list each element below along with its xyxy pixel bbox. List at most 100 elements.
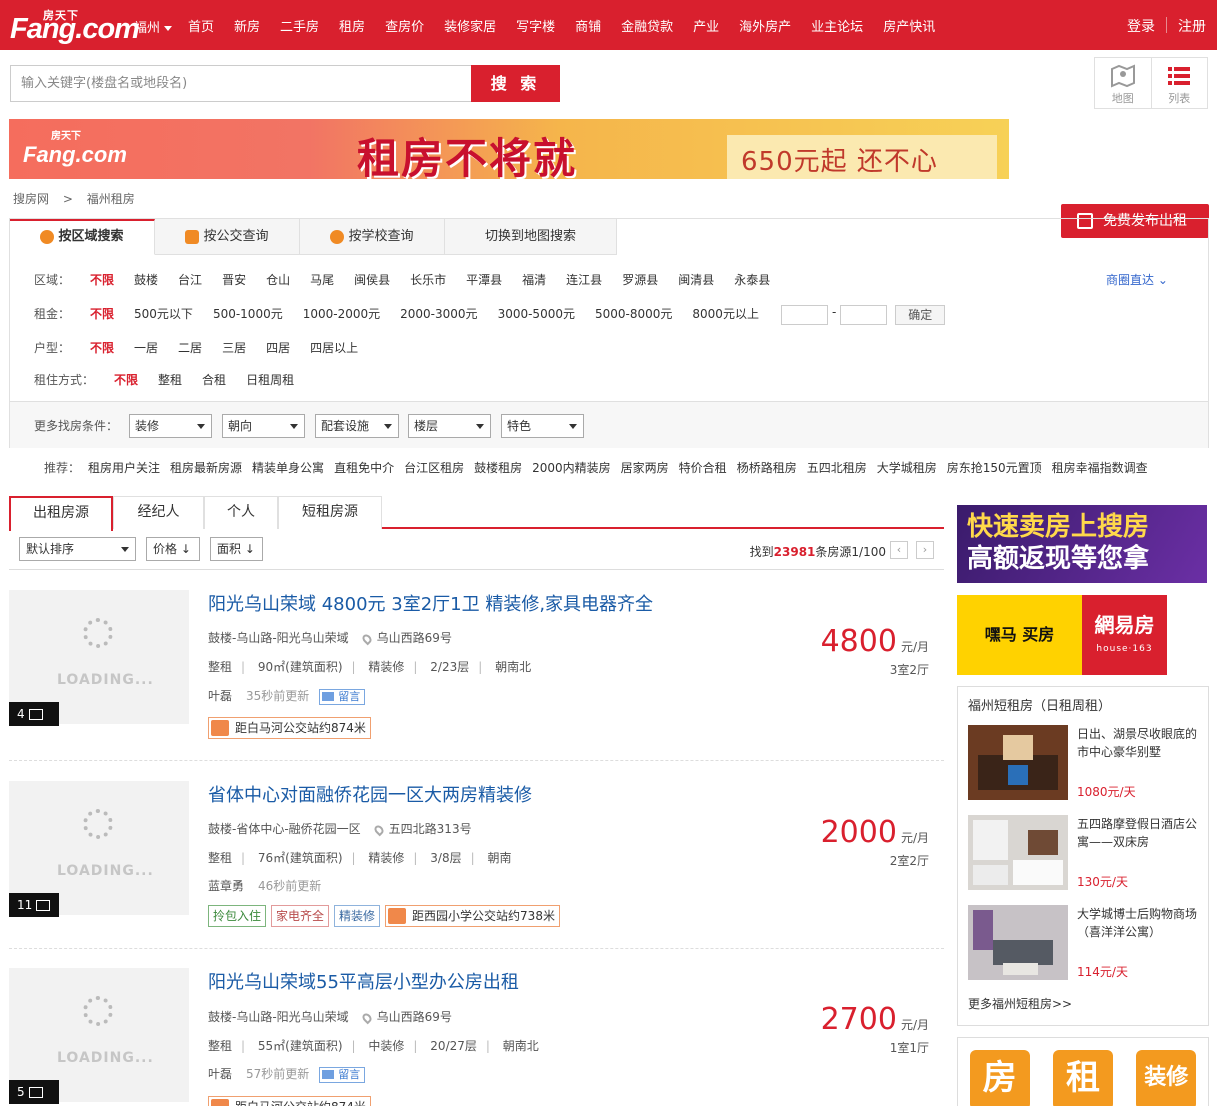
recommend-link[interactable]: 直租免中介 [334, 459, 394, 476]
filter-option[interactable]: 日租周租 [246, 371, 294, 388]
confirm-rent-button[interactable]: 确定 [895, 305, 946, 325]
agent-name[interactable]: 叶磊 [208, 689, 232, 703]
nav-item[interactable]: 新房 [234, 16, 260, 35]
short-term-item[interactable]: 大学城博士后购物商场（喜洋洋公寓） 114元/天 [968, 905, 1203, 981]
nav-item[interactable]: 首页 [188, 16, 214, 35]
orientation-dropdown[interactable]: 朝向 [222, 414, 305, 438]
filter-option[interactable]: 四居以上 [310, 339, 358, 356]
message-button[interactable]: 留言 [319, 1067, 366, 1083]
filter-option[interactable]: 四居 [266, 339, 290, 356]
filter-option[interactable]: 平潭县 [466, 271, 502, 288]
search-input[interactable]: 输入关键字(楼盘名或地段名) [10, 65, 471, 102]
nav-item[interactable]: 业主论坛 [811, 16, 863, 35]
recommend-link[interactable]: 租房幸福指数调查 [1052, 459, 1148, 476]
nav-item[interactable]: 租房 [339, 16, 365, 35]
business-district-link[interactable]: 商圈直达 ⌄ [1106, 271, 1168, 288]
location-link[interactable]: 鼓楼-乌山路-阳光乌山荣域 [208, 1010, 349, 1024]
sell-house-ad[interactable]: 快速卖房上搜房 高额返现等您拿 [957, 505, 1207, 583]
site-logo[interactable]: 房天下 Fang.com [10, 7, 140, 45]
location-link[interactable]: 鼓楼-乌山路-阳光乌山荣域 [208, 631, 349, 645]
filter-option[interactable]: 不限 [90, 339, 114, 356]
filter-option[interactable]: 2000-3000元 [400, 305, 477, 325]
filter-option[interactable]: 整租 [158, 371, 182, 388]
short-term-item[interactable]: 日出、湖景尽收眼底的市中心豪华别墅 1080元/天 [968, 725, 1203, 801]
location-link[interactable]: 鼓楼-省体中心-融侨花园一区 [208, 822, 361, 836]
nav-item[interactable]: 海外房产 [739, 16, 791, 35]
recommend-link[interactable]: 2000内精装房 [532, 459, 611, 476]
agent-name[interactable]: 蓝章勇 [208, 879, 244, 893]
login-link[interactable]: 登录 [1116, 16, 1166, 36]
tab-agents[interactable]: 经纪人 [113, 496, 204, 529]
listing-title[interactable]: 阳光乌山荣域 4800元 3室2厅1卫 精装修,家具电器齐全 [208, 590, 653, 616]
nav-item[interactable]: 产业 [693, 16, 719, 35]
tab-map-search[interactable]: 切换到地图搜索 [445, 219, 617, 255]
nav-item[interactable]: 房产快讯 [883, 16, 935, 35]
breadcrumb-current[interactable]: 福州租房 [87, 192, 135, 206]
filter-option[interactable]: 3000-5000元 [498, 305, 575, 325]
recommend-link[interactable]: 租房用户关注 [88, 459, 160, 476]
recommend-link[interactable]: 五四北租房 [807, 459, 867, 476]
facilities-dropdown[interactable]: 配套设施 [315, 414, 399, 438]
short-term-title[interactable]: 福州短租房（日租周租） [958, 687, 1208, 722]
nav-item[interactable]: 装修家居 [444, 16, 496, 35]
tab-bus-search[interactable]: 按公交查询 [155, 219, 300, 255]
promo-banner[interactable]: 房天下 Fang.com 租房不将就 650元起 还不心动？ [9, 119, 1009, 179]
filter-option[interactable]: 连江县 [566, 271, 602, 288]
tab-individual[interactable]: 个人 [204, 496, 278, 529]
min-rent-input[interactable] [780, 305, 828, 325]
breadcrumb-home[interactable]: 搜房网 [13, 192, 49, 206]
recommend-link[interactable]: 鼓楼租房 [474, 459, 522, 476]
recommend-link[interactable]: 租房最新房源 [170, 459, 242, 476]
nav-item[interactable]: 二手房 [280, 16, 319, 35]
filter-option[interactable]: 500-1000元 [213, 305, 283, 325]
listing-title[interactable]: 阳光乌山荣域55平高层小型办公房出租 [208, 968, 519, 994]
filter-option[interactable]: 合租 [202, 371, 226, 388]
filter-option[interactable]: 一居 [134, 339, 158, 356]
register-link[interactable]: 注册 [1167, 16, 1217, 36]
filter-option[interactable]: 不限 [90, 271, 114, 288]
listing-photo[interactable]: LOADING... 11 [9, 781, 189, 917]
nav-item[interactable]: 写字楼 [516, 16, 555, 35]
listing-photo[interactable]: LOADING... 4 [9, 590, 189, 726]
feature-dropdown[interactable]: 特色 [501, 414, 584, 438]
nav-item[interactable]: 商铺 [575, 16, 601, 35]
recommend-link[interactable]: 居家两房 [621, 459, 669, 476]
filter-option[interactable]: 闽清县 [678, 271, 714, 288]
recommend-link[interactable]: 台江区租房 [404, 459, 464, 476]
sort-dropdown[interactable]: 默认排序 [19, 537, 136, 561]
app-promo-ad[interactable]: 房 租 装修 [957, 1037, 1209, 1106]
tab-school-search[interactable]: 按学校查询 [300, 219, 445, 255]
sort-by-price-button[interactable]: 价格 ↓ [146, 537, 200, 561]
search-button[interactable]: 搜 索 [471, 65, 560, 102]
filter-option[interactable]: 二居 [178, 339, 202, 356]
listing-photo[interactable]: LOADING... 5 [9, 968, 189, 1104]
filter-option[interactable]: 不限 [114, 371, 138, 388]
filter-option[interactable]: 8000元以上 [692, 305, 759, 325]
more-short-term-link[interactable]: 更多福州短租房>> [968, 995, 1072, 1012]
filter-option[interactable]: 1000-2000元 [303, 305, 380, 325]
recommend-link[interactable]: 杨桥路租房 [737, 459, 797, 476]
filter-option[interactable]: 长乐市 [410, 271, 446, 288]
tab-rental-listings[interactable]: 出租房源 [9, 496, 113, 531]
filter-option[interactable]: 永泰县 [734, 271, 770, 288]
filter-option[interactable]: 罗源县 [622, 271, 658, 288]
floor-dropdown[interactable]: 楼层 [408, 414, 491, 438]
list-view-button[interactable]: 列表 [1150, 58, 1208, 108]
filter-option[interactable]: 不限 [90, 305, 114, 325]
filter-option[interactable]: 仓山 [266, 271, 290, 288]
prev-page-button[interactable]: ‹ [890, 541, 908, 559]
filter-option[interactable]: 5000-8000元 [595, 305, 672, 325]
map-view-button[interactable]: 地图 [1095, 58, 1151, 108]
partner-ad[interactable]: 嘿马 买房 網易房 house·163 [957, 595, 1167, 675]
filter-option[interactable]: 马尾 [310, 271, 334, 288]
sort-by-area-button[interactable]: 面积 ↓ [210, 537, 263, 561]
nav-item[interactable]: 查房价 [385, 16, 424, 35]
filter-option[interactable]: 闽侯县 [354, 271, 390, 288]
max-rent-input[interactable] [840, 305, 888, 325]
short-term-item[interactable]: 五四路摩登假日酒店公寓——双床房 130元/天 [968, 815, 1203, 891]
filter-option[interactable]: 晋安 [222, 271, 246, 288]
filter-option[interactable]: 三居 [222, 339, 246, 356]
filter-option[interactable]: 福清 [522, 271, 546, 288]
filter-option[interactable]: 500元以下 [134, 305, 193, 325]
nav-item[interactable]: 金融贷款 [621, 16, 673, 35]
